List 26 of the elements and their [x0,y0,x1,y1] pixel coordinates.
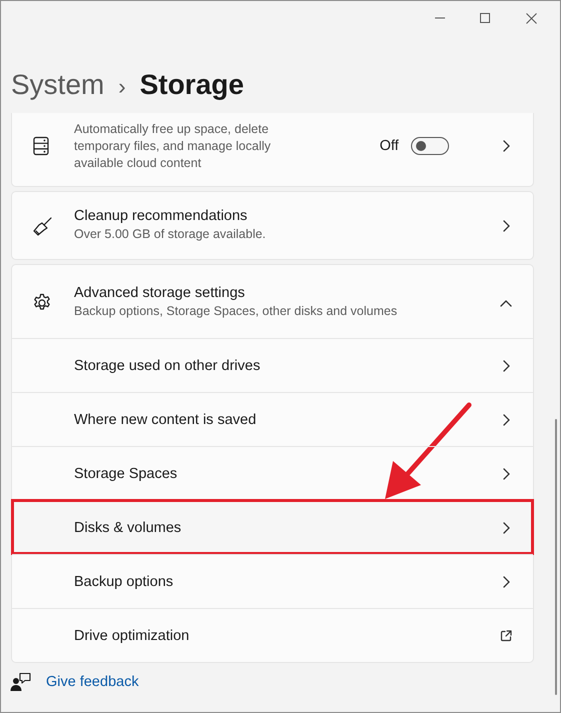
setting-title: Cleanup recommendations [74,208,248,224]
setting-card[interactable]: Automatically free up space, delete temporary files, and manage locally available cloud content Off [11,113,534,187]
maximize-icon[interactable] [479,12,492,24]
toggle-label: Off [380,138,399,154]
toggle-switch[interactable] [410,136,449,154]
setting-title: Advanced storage settings [74,285,246,301]
scrollbar[interactable] [555,419,557,695]
external-link-icon [499,628,513,642]
broom-icon [32,216,52,236]
settings-icon [32,292,52,312]
breadcrumb-parent[interactable]: System [11,69,104,101]
setting-description: Automatically free up space, delete temporary files, and manage locally available cloud content [74,121,272,172]
setting-row[interactable]: Drive optimization [12,608,533,662]
setting-row[interactable]: Backup options [12,554,533,608]
setting-row[interactable]: Storage used on other drives [12,338,533,392]
setting-description: Over 5.00 GB of storage available. [74,226,267,243]
setting-card[interactable]: Cleanup recommendations Over 5.00 GB of storage available. [11,191,534,260]
setting-row[interactable]: Disks & volumes [12,500,533,554]
feedback-icon [10,671,32,693]
feedback-link[interactable]: Give feedback [46,674,139,690]
close-icon[interactable] [525,12,538,24]
page-title: Storage [140,69,244,101]
expander-header[interactable]: Advanced storage settings Backup options, Storage Spaces, other disks and volumes [12,265,533,338]
setting-description: Backup options, Storage Spaces, other disks and volumes [74,303,398,320]
breadcrumb-separator: › [118,74,126,100]
setting-row[interactable]: Where new content is saved [12,392,533,446]
